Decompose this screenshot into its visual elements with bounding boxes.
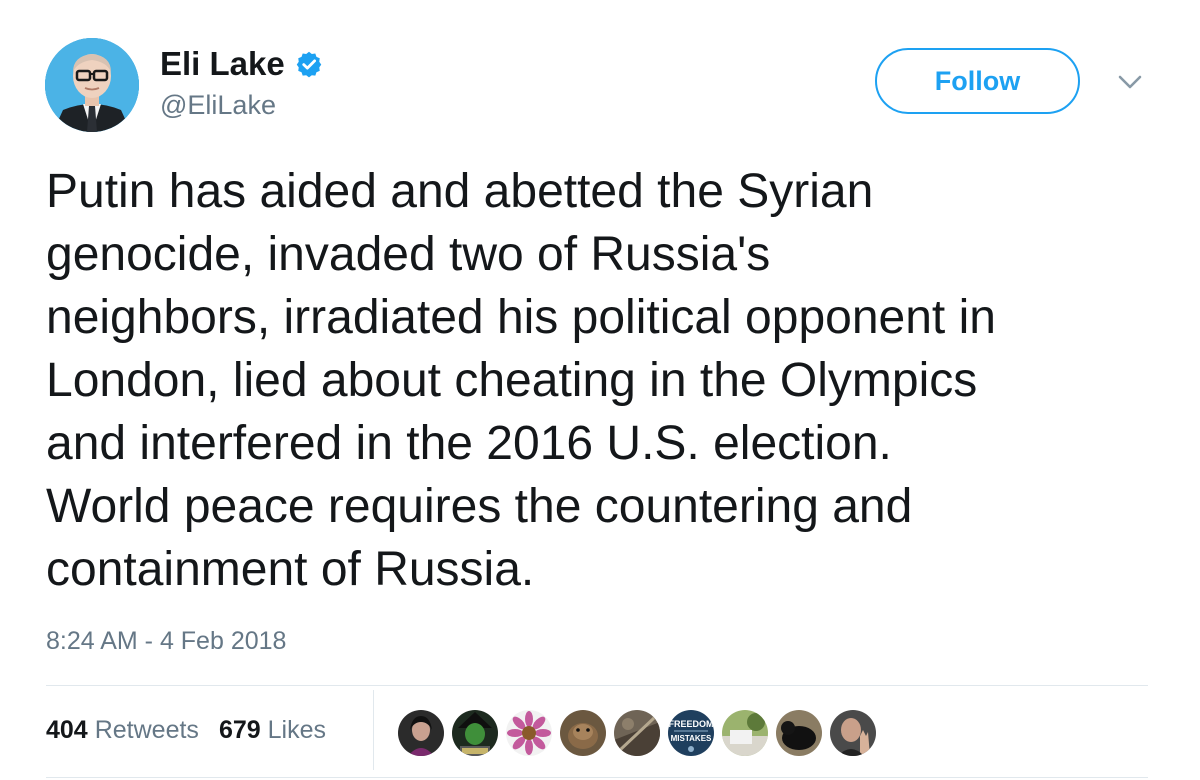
verified-badge-icon (295, 50, 323, 78)
chevron-down-icon[interactable] (1118, 74, 1142, 90)
liker-avatar[interactable]: FREEDOM MISTAKES (668, 710, 714, 756)
liker-avatar[interactable] (722, 710, 768, 756)
tweet-timestamp[interactable]: 8:24 AM - 4 Feb 2018 (46, 627, 286, 656)
liker-avatar[interactable] (452, 710, 498, 756)
divider (46, 685, 1148, 686)
liker-avatar[interactable] (830, 710, 876, 756)
banner-line-2: MISTAKES (671, 734, 712, 743)
author-name-row: Eli Lake (160, 44, 323, 84)
likes-stat[interactable]: 679 Likes (219, 716, 326, 745)
follow-button[interactable]: Follow (875, 48, 1080, 114)
likes-count: 679 (218, 716, 261, 744)
tweet-card: Eli Lake @EliLake Follow Putin has aided… (0, 0, 1200, 780)
author-avatar[interactable] (45, 38, 139, 132)
liker-avatar[interactable] (560, 710, 606, 756)
liker-avatar[interactable] (776, 710, 822, 756)
liker-avatar[interactable] (506, 710, 552, 756)
liker-avatar[interactable] (398, 710, 444, 756)
stats-separator (373, 690, 374, 770)
liker-avatar[interactable] (614, 710, 660, 756)
avatar-photo (45, 38, 139, 132)
banner-line-1: FREEDOM (669, 719, 714, 729)
tweet-text: Putin has aided and abetted the Syrian g… (46, 165, 996, 596)
author-name[interactable]: Eli Lake (160, 45, 285, 83)
retweets-stat[interactable]: 404 Retweets (46, 716, 199, 745)
author-handle[interactable]: @EliLake (160, 90, 276, 121)
divider (46, 777, 1148, 778)
retweets-count: 404 (46, 716, 88, 744)
likes-label: Likes (267, 716, 327, 744)
likers-avatars: FREEDOM MISTAKES (398, 710, 884, 756)
retweets-label: Retweets (94, 716, 199, 744)
tweet-stats: 404 Retweets 679 Likes (46, 716, 346, 745)
